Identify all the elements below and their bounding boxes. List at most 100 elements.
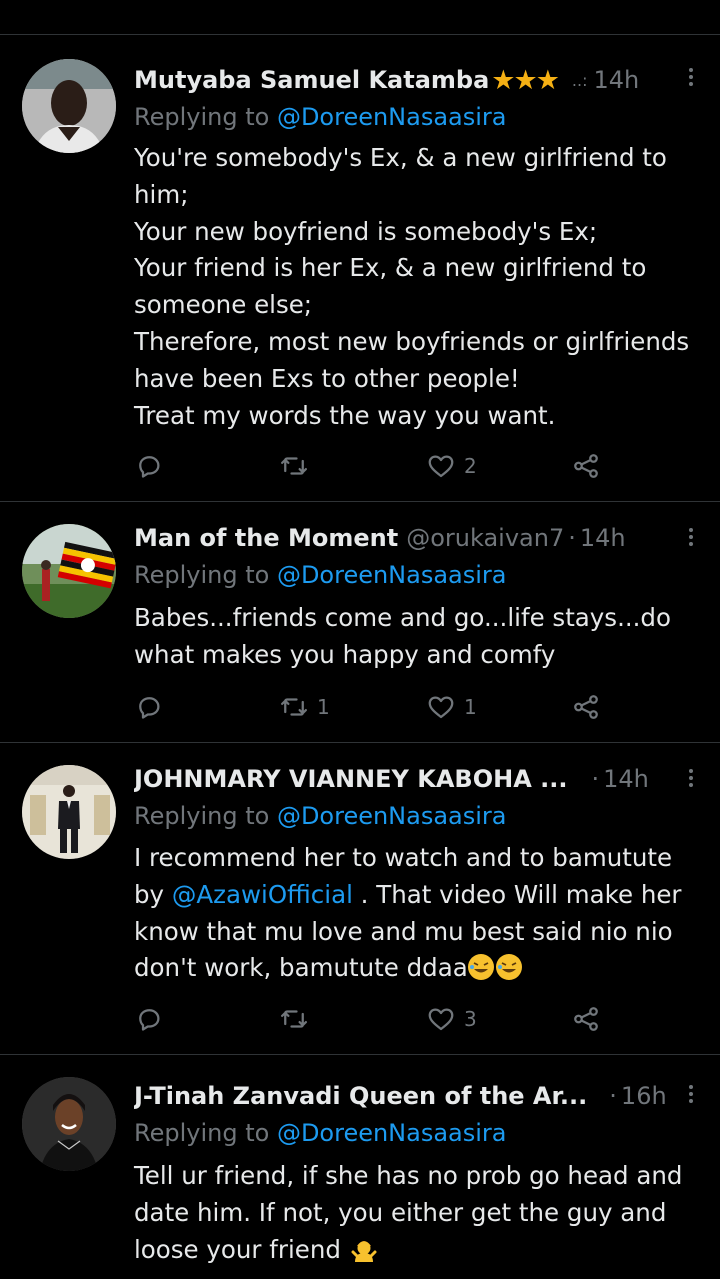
timestamp[interactable]: 14h [593,66,639,94]
shrugging-person-emoji-icon [351,1236,377,1262]
tweet-text-line: Your friend is her Ex, & a new girlfrien… [134,253,647,283]
text-fragment: . That video Will make her [352,879,682,909]
tweet-text-line: by @AzawiOfficial . That video Will make… [134,877,702,914]
action-bar: 3 [134,1004,614,1034]
tweet-header: Man of the Moment @orukaivan7 · 14h [134,521,700,555]
tweet-text-line: Treat my words the way you want. [134,400,556,430]
retweet-button[interactable]: 1 [279,692,330,722]
more-options-icon[interactable] [688,766,694,790]
tweet-2[interactable]: Man of the Moment @orukaivan7 · 14h Repl… [0,503,720,743]
tweet-text: You're somebody's Ex, & a new girlfriend… [134,140,702,434]
replying-to: Replying to @DoreenNasaasira [134,802,507,830]
display-name[interactable]: Man of the Moment [134,524,398,552]
reply-button[interactable] [134,692,172,722]
tweet-text-line: have been Exs to other people! [134,363,520,393]
heart-icon [428,455,454,478]
tweet-text-line: You're somebody's Ex, & a new girlfriend… [134,143,667,172]
retweet-button[interactable] [279,451,317,481]
action-bar: 2 [134,451,614,481]
like-count: 2 [464,454,477,478]
tweet-header: J-Tinah Zanvadi Queen of the Ar... · 16h [134,1079,700,1113]
more-options-icon[interactable] [688,1082,694,1106]
tweet-text-line: know that mu love and mu best said nio n… [134,916,673,946]
heart-icon [428,1008,454,1031]
replying-to-label: Replying to [134,561,277,589]
reply-mention-link[interactable]: @DoreenNasaasira [277,561,507,589]
like-button[interactable]: 2 [426,451,477,481]
tweet-text-line: what makes you happy and comfy [134,639,556,669]
reply-mention-link[interactable]: @DoreenNasaasira [277,103,507,131]
username[interactable]: @orukaivan7 [406,524,564,552]
more-options-icon[interactable] [688,525,694,549]
share-icon [574,454,598,478]
tweet-text: I recommend her to watch and to bamutute… [134,840,702,987]
replying-to-label: Replying to [134,802,277,830]
woman-avatar-icon [22,1077,116,1171]
suited-man-avatar-icon [22,765,116,859]
timestamp[interactable]: 14h [603,765,649,793]
share-icon [574,695,598,719]
tweet-1[interactable]: Mutyaba Samuel Katamba ★★★ ..: 14h Reply… [0,35,720,502]
text-fragment: loose your friend [134,1234,341,1264]
display-name[interactable]: JOHNMARY VIANNEY KABOHA ... [134,765,567,793]
tweet-text-line: Tell ur friend, if she has no prob go he… [134,1161,683,1190]
tweet-text-line: loose your friend [134,1232,702,1269]
rolling-laughing-emoji-icon [495,954,522,981]
like-count: 1 [464,695,477,719]
tweet-text-line: Your new boyfriend is somebody's Ex; [134,216,598,246]
separator-dot: · [609,1082,617,1110]
avatar[interactable] [22,524,116,618]
reply-button[interactable] [134,451,172,481]
separator-dot: · [591,765,600,793]
share-button[interactable] [571,1004,601,1034]
text-fragment: don't work, bamutute ddaa [134,953,468,983]
retweet-icon [281,1010,307,1028]
heart-icon [428,696,454,719]
retweet-button[interactable] [279,1004,317,1034]
timestamp[interactable]: 16h [621,1082,667,1110]
tweet-text-line: him; [134,179,189,209]
replying-to-label: Replying to [134,1119,277,1147]
username[interactable]: ..: [572,71,588,90]
avatar[interactable] [22,59,116,153]
reply-mention-link[interactable]: @DoreenNasaasira [277,802,507,830]
tweet-text-line: don't work, bamutute ddaa [134,950,702,987]
share-icon [574,1007,598,1031]
reply-mention-link[interactable]: @DoreenNasaasira [277,1119,507,1147]
tweet-text-line: Babes...friends come and go...life stays… [134,603,671,632]
reply-icon [139,1009,160,1031]
display-name[interactable]: Mutyaba Samuel Katamba [134,66,489,94]
more-options-icon[interactable] [688,65,694,89]
like-count: 3 [464,1007,477,1031]
like-button[interactable]: 3 [426,1004,477,1034]
uganda-flag-avatar-icon [22,524,116,618]
avatar[interactable] [22,1077,116,1171]
tweet-3[interactable]: JOHNMARY VIANNEY KABOHA ... · 14h Replyi… [0,744,720,1055]
tweet-text: Tell ur friend, if she has no prob go he… [134,1158,702,1268]
tweet-text: Babes...friends come and go...life stays… [134,600,702,674]
avatar[interactable] [22,765,116,859]
tweet-header: JOHNMARY VIANNEY KABOHA ... · 14h [134,762,700,796]
share-button[interactable] [571,692,601,722]
text-fragment: by [134,879,172,909]
tweet-text-line: date him. If not, you either get the guy… [134,1197,667,1227]
timestamp[interactable]: 14h [580,524,626,552]
replying-to: Replying to @DoreenNasaasira [134,103,507,131]
tweet-text-line: someone else; [134,290,313,320]
reply-icon [139,456,160,478]
tweet-text-line: Therefore, most new boyfriends or girlfr… [134,326,690,356]
replying-to: Replying to @DoreenNasaasira [134,1119,507,1147]
action-bar: 1 1 [134,692,614,722]
display-name[interactable]: J-Tinah Zanvadi Queen of the Ar... [134,1082,587,1110]
retweet-icon [281,698,307,716]
rolling-laughing-emoji-icon [467,954,494,981]
tweet-4[interactable]: J-Tinah Zanvadi Queen of the Ar... · 16h… [0,1056,720,1279]
like-button[interactable]: 1 [426,692,477,722]
star-emoji-icon: ★★★ [491,64,560,96]
mention-link-azawi[interactable]: @AzawiOfficial [172,880,353,909]
reply-icon [139,697,160,719]
reply-button[interactable] [134,1004,172,1034]
share-button[interactable] [571,451,601,481]
separator-dot: · [568,524,576,552]
replying-to: Replying to @DoreenNasaasira [134,561,507,589]
